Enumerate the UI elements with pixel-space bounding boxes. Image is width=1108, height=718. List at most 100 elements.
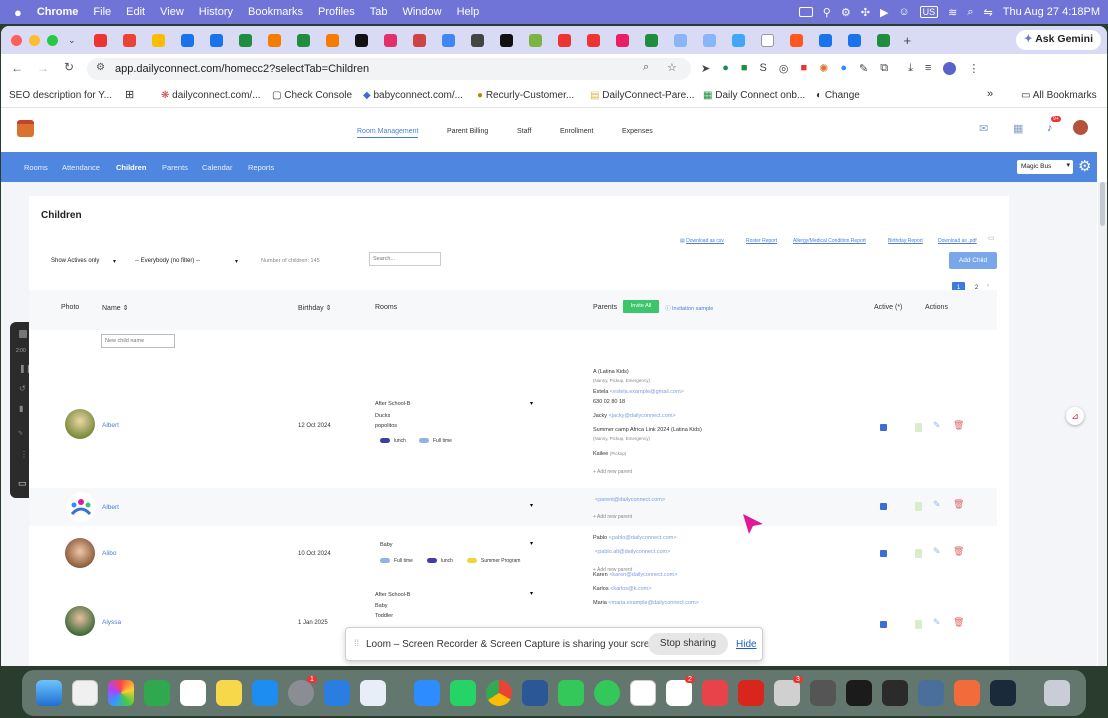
allergy-report-link[interactable]: Allergy/Medical Condition Report <box>793 238 866 244</box>
draw-icon[interactable]: ✎ <box>18 430 23 437</box>
user-icon[interactable]: ☺ <box>898 6 909 18</box>
browser-tab-favicon-icon[interactable] <box>644 33 658 47</box>
back-icon[interactable]: ← <box>11 61 23 75</box>
child-name-link[interactable]: Alyssa <box>102 619 121 626</box>
launchpad-icon[interactable] <box>72 680 98 706</box>
subnav-attendance[interactable]: Attendance <box>62 163 100 172</box>
bookmark-change[interactable]: ◐ Change <box>816 90 860 101</box>
invite-all-button[interactable]: Invite All <box>623 300 659 313</box>
sheets-extension-icon[interactable]: ■ <box>741 62 748 75</box>
settings-gear-icon[interactable]: ⚙ <box>1078 157 1091 175</box>
subnav-children[interactable]: Children <box>116 163 146 172</box>
nav-staff[interactable]: Staff <box>517 128 531 135</box>
app-logo-icon[interactable] <box>17 120 34 137</box>
app-store-icon[interactable] <box>252 680 278 706</box>
room-select[interactable]: Magic Bus ▾ <box>1017 160 1073 174</box>
zoom-window-icon[interactable] <box>47 34 58 46</box>
bookmark-babyconnect[interactable]: ◆ babyconnect.com/... <box>363 90 463 101</box>
browser-tab-favicon-icon[interactable] <box>441 33 455 47</box>
menu-help[interactable]: Help <box>457 6 480 18</box>
minimize-window-icon[interactable] <box>29 34 40 46</box>
grammar-extension-icon[interactable]: ● <box>722 62 729 75</box>
printer-icon[interactable] <box>774 680 800 706</box>
apple-icon[interactable]: ● <box>14 5 22 20</box>
child-name-link[interactable]: Albert <box>102 422 119 429</box>
bookmark-seo[interactable]: SEO description for Y... <box>9 90 112 101</box>
calculator-icon[interactable] <box>810 680 836 706</box>
page-scrollbar[interactable] <box>1098 182 1107 666</box>
tab-search-chevron-icon[interactable]: ⌄ <box>68 35 76 46</box>
loom-extension-icon[interactable]: ■ <box>800 62 807 75</box>
browser-tab-favicon-icon[interactable] <box>760 33 774 47</box>
browser-tab-favicon-icon[interactable] <box>818 33 832 47</box>
bookmark-check-console[interactable]: ▢ Check Console <box>272 90 352 101</box>
hide-button[interactable]: Hide <box>736 639 757 650</box>
add-new-parent-link[interactable]: + Add new parent <box>593 514 632 520</box>
subnav-parents[interactable]: Parents <box>162 163 188 172</box>
all-bookmarks[interactable]: ▭ All Bookmarks <box>1021 90 1097 101</box>
control-center-icon[interactable]: ✣ <box>861 6 870 19</box>
bookmark-dailyconnect-parent[interactable]: ▤ DailyConnect-Pare... <box>590 90 695 101</box>
nav-expenses[interactable]: Expenses <box>622 128 653 135</box>
restart-icon[interactable]: ↺ <box>19 384 26 393</box>
nav-enrollment[interactable]: Enrollment <box>560 128 593 135</box>
system-settings-icon[interactable] <box>288 680 314 706</box>
stop-record-icon[interactable] <box>19 330 27 338</box>
grid-app-icon[interactable] <box>882 680 908 706</box>
input-source-badge[interactable]: US <box>919 6 939 18</box>
s-extension-icon[interactable]: S <box>760 62 767 75</box>
new-child-name-input[interactable] <box>101 334 175 348</box>
menu-window[interactable]: Window <box>402 6 441 18</box>
bookmark-star-icon[interactable]: ☆ <box>667 61 677 74</box>
trash-icon[interactable] <box>1044 680 1070 706</box>
stop-sharing-button[interactable]: Stop sharing <box>648 633 728 655</box>
finder-icon[interactable] <box>36 680 62 706</box>
browser-tab-favicon-icon[interactable] <box>499 33 513 47</box>
next-page-icon[interactable]: › <box>987 283 989 289</box>
browser-tab-favicon-icon[interactable] <box>267 33 281 47</box>
apps-grid-icon[interactable]: ⊞ <box>125 88 134 101</box>
chrome-icon[interactable] <box>486 680 512 706</box>
parent-email-link[interactable]: <karen@dailyconnect.com> <box>609 572 677 578</box>
add-child-button[interactable]: Add Child <box>949 252 997 269</box>
gear-icon[interactable]: ⚙ <box>841 6 851 19</box>
zoom-app-icon[interactable] <box>414 680 440 706</box>
site-info-icon[interactable]: ⚙ <box>96 62 105 73</box>
building-icon[interactable]: ▦ <box>1013 122 1023 135</box>
chatgpt-icon[interactable] <box>630 680 656 706</box>
browser-tab-favicon-icon[interactable] <box>93 33 107 47</box>
download-pdf-link[interactable]: Download as .pdf <box>938 238 977 244</box>
omnibox[interactable]: ⚙ app.dailyconnect.com/homecc2?selectTab… <box>87 58 691 80</box>
browser-tab-favicon-icon[interactable] <box>412 33 426 47</box>
parent-email-link[interactable]: <maria.example@dailyconnect.com> <box>608 600 699 606</box>
menu-history[interactable]: History <box>199 6 233 18</box>
menu-edit[interactable]: Edit <box>126 6 145 18</box>
browser-tab-favicon-icon[interactable] <box>528 33 542 47</box>
browser-tab-favicon-icon[interactable] <box>180 33 194 47</box>
group-filter-select[interactable]: -- Everybody (no filter) -- ▾ <box>135 258 243 265</box>
screen-record-icon[interactable] <box>798 7 813 17</box>
phone-icon[interactable] <box>558 680 584 706</box>
user-avatar[interactable] <box>1073 120 1088 135</box>
document-icon[interactable] <box>915 549 922 558</box>
parent-email-link[interactable]: <pablo.alt@dailyconnect.com> <box>595 549 670 555</box>
active-checkbox[interactable] <box>880 424 887 431</box>
pencil-extension-icon[interactable]: ✎ <box>859 62 868 75</box>
print-icon[interactable]: ▭ <box>988 234 995 242</box>
menu-profiles[interactable]: Profiles <box>318 6 355 18</box>
browser-tab-favicon-icon[interactable] <box>238 33 252 47</box>
edit-pencil-icon[interactable]: ✎ <box>933 499 941 510</box>
acrobat-icon[interactable] <box>738 680 764 706</box>
subnav-reports[interactable]: Reports <box>248 163 274 172</box>
col-birthday[interactable]: Birthday ⇕ <box>298 304 332 312</box>
drag-handle-icon[interactable]: ⁞⁞ <box>354 638 359 648</box>
browser-tab-favicon-icon[interactable] <box>673 33 687 47</box>
edit-pencil-icon[interactable]: ✎ <box>933 420 941 431</box>
delete-trash-icon[interactable]: 🗑 <box>953 420 964 431</box>
asana-icon[interactable] <box>702 680 728 706</box>
bookmark-dailyconnect[interactable]: ❋ dailyconnect.com/... <box>161 90 261 101</box>
profile-avatar-icon[interactable] <box>943 62 957 75</box>
menu-tab[interactable]: Tab <box>370 6 388 18</box>
search-icon[interactable]: ⌕ <box>967 6 973 19</box>
child-name-link[interactable]: Alibo <box>102 550 116 557</box>
